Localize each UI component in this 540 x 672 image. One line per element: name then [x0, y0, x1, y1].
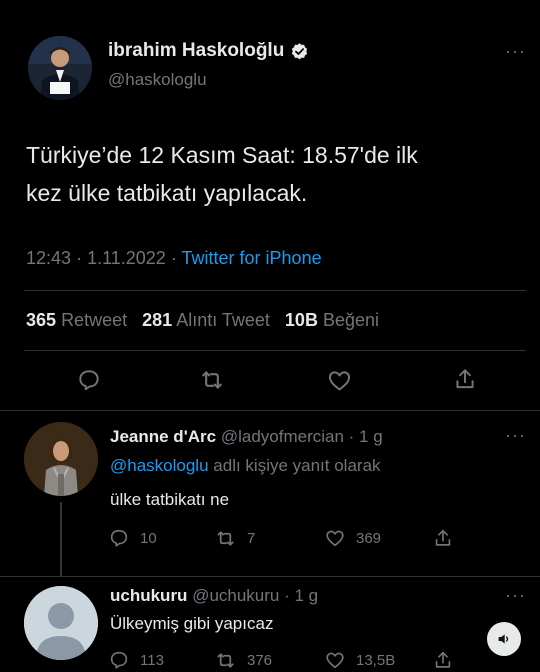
like-icon: [324, 527, 346, 549]
audio-icon: [496, 631, 512, 647]
reply-header: Jeanne d'Arc @ladyofmercian · 1 g: [110, 427, 383, 447]
retweet-count: 365: [26, 310, 57, 330]
reply-count: 113: [140, 651, 164, 669]
like-count: 13,5B: [356, 651, 396, 669]
reply-author-meta[interactable]: @ladyofmercian · 1 g: [221, 427, 383, 446]
retweet-icon: [214, 649, 237, 672]
like-button[interactable]: 369: [324, 527, 381, 549]
author-name[interactable]: ibrahim Haskoloğlu: [108, 40, 309, 62]
retweet-button[interactable]: 376: [214, 649, 272, 672]
reply-to-handle-link[interactable]: @haskologlu: [110, 456, 209, 475]
author-handle[interactable]: @haskologlu: [108, 70, 207, 90]
like-icon: [324, 649, 346, 671]
more-icon[interactable]: ···: [505, 426, 526, 444]
reply-icon: [108, 527, 130, 549]
separator-dot: ·: [170, 248, 177, 268]
quote-stat[interactable]: 281 Alıntı Tweet: [142, 310, 270, 330]
tweet-text: Türkiye’de 12 Kasım Saat: 18.57'de ilk k…: [26, 136, 418, 212]
retweet-count: 7: [247, 530, 256, 547]
reply-count: 10: [140, 529, 157, 547]
retweet-stat[interactable]: 365 Retweet: [26, 310, 127, 330]
like-label: Beğeni: [322, 310, 380, 330]
reply-header: uchukuru @uchukuru · 1 g: [110, 586, 318, 606]
retweet-label: Retweet: [61, 310, 128, 330]
quote-count: 281: [142, 310, 173, 330]
reply-icon: [108, 649, 130, 671]
retweet-icon: [214, 527, 237, 550]
tweet-time: 12:43: [26, 248, 72, 268]
reply-context: @haskologlu adlı kişiye yanıt olarak: [110, 456, 381, 476]
like-count: 10B: [284, 310, 318, 330]
reply-icon[interactable]: [76, 367, 102, 393]
reply-button[interactable]: 10: [108, 527, 157, 549]
divider: [24, 290, 526, 291]
like-icon[interactable]: [326, 367, 353, 394]
more-icon[interactable]: ···: [505, 586, 526, 604]
reply-context-text: adlı kişiye yanıt olarak: [213, 456, 381, 475]
section-divider: [0, 576, 540, 577]
reply-thread-line: [60, 502, 62, 576]
like-stat[interactable]: 10B Beğeni: [285, 310, 379, 330]
separator-dot: ·: [76, 248, 83, 268]
like-count: 369: [356, 529, 382, 547]
section-divider: [0, 410, 540, 411]
reply-avatar[interactable]: [24, 586, 98, 660]
retweet-count: 376: [247, 652, 273, 669]
like-button[interactable]: 13,5B: [324, 649, 395, 671]
author-avatar[interactable]: [28, 36, 92, 100]
share-icon[interactable]: [432, 527, 454, 549]
reply-button[interactable]: 113: [108, 649, 164, 671]
tweet-text-line-1: Türkiye’de 12 Kasım Saat: 18.57'de ilk: [26, 142, 418, 168]
retweet-icon[interactable]: [198, 366, 226, 394]
divider: [24, 350, 526, 351]
tweet-stats: 365 Retweet 281 Alıntı Tweet 10B Beğeni: [26, 310, 379, 331]
author-name-text[interactable]: ibrahim Haskoloğlu: [108, 40, 284, 62]
reply-author-name[interactable]: Jeanne d'Arc: [110, 427, 216, 446]
share-icon[interactable]: [452, 366, 478, 392]
reply-avatar[interactable]: [24, 422, 98, 496]
tweet-timestamp: 12:43 · 1.11.2022 · Twitter for iPhone: [26, 248, 322, 269]
tweet-date: 1.11.2022: [87, 248, 166, 268]
share-icon[interactable]: [432, 649, 454, 671]
reply-author-meta[interactable]: @uchukuru · 1 g: [192, 586, 318, 605]
tweet-source-link[interactable]: Twitter for iPhone: [182, 248, 322, 268]
tweet-text-line-2: kez ülke tatbikatı yapılacak.: [26, 180, 308, 206]
reply-author-name[interactable]: uchukuru: [110, 586, 187, 605]
retweet-button[interactable]: 7: [214, 527, 255, 550]
verified-badge-icon: [290, 42, 309, 61]
more-icon[interactable]: ···: [505, 42, 526, 60]
reply-text: Ülkeymiş gibi yapıcaz: [110, 614, 274, 633]
quote-label: Alıntı Tweet: [176, 310, 270, 330]
audio-toggle-button[interactable]: [487, 622, 521, 656]
reply-text: ülke tatbikatı ne: [110, 490, 230, 509]
